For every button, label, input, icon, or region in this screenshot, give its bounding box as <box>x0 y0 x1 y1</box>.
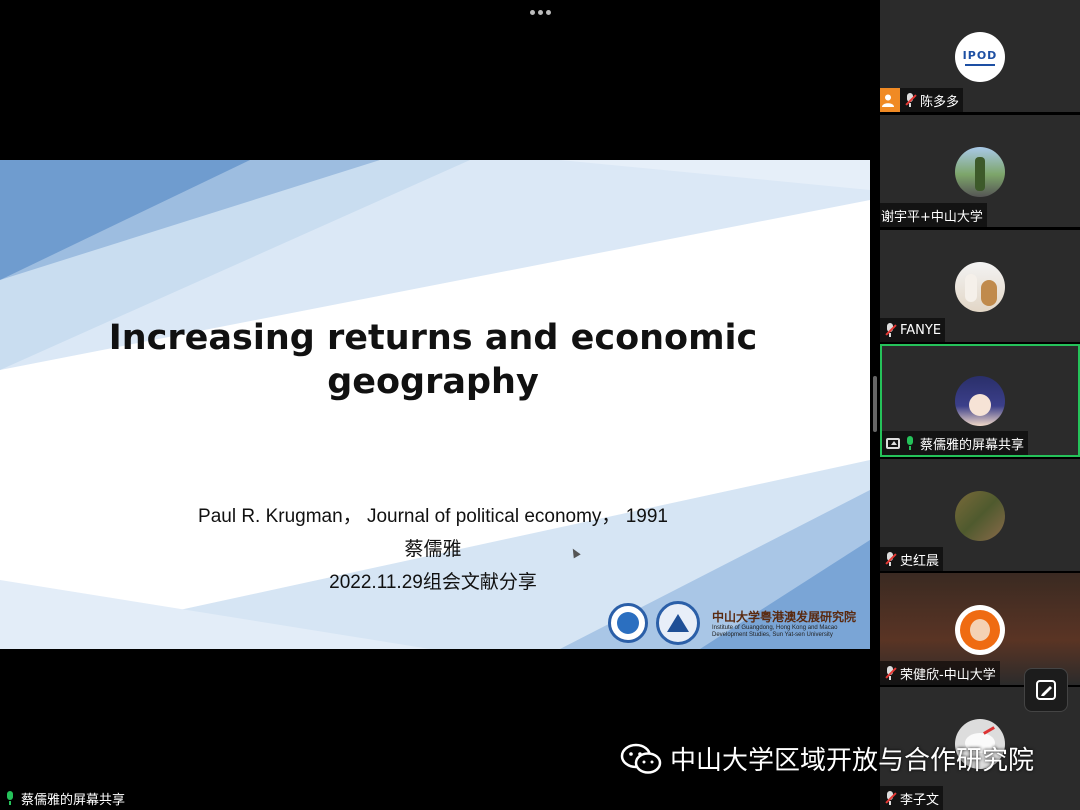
participant-namebar: 史红晨 <box>880 547 944 571</box>
participant-tile[interactable]: 史红晨 <box>880 459 1080 571</box>
participant-name: 蔡儒雅的屏幕共享 <box>920 437 1025 453</box>
slide-logos: 中山大学粤港澳发展研究院 Institute of Guangdong, Hon… <box>608 600 856 646</box>
participant-namebar: 谢宇平+中山大学 <box>880 203 987 227</box>
screen-share-label: 蔡儒雅的屏幕共享 <box>4 787 125 809</box>
host-user-icon <box>880 88 900 112</box>
slide-citation: Paul R. Krugman， Journal of political ec… <box>198 506 668 527</box>
university-seal-icon <box>608 603 648 643</box>
muted-mic-icon <box>904 92 917 108</box>
mic-on-icon <box>4 790 16 806</box>
mic-on-icon <box>904 435 916 451</box>
participant-namebar: 陈多多 <box>880 88 964 112</box>
muted-mic-icon <box>884 551 897 567</box>
participant-namebar: 荣健欣-中山大学 <box>880 661 1000 685</box>
screen-share-icon <box>886 437 900 449</box>
participant-name: 谢宇平+中山大学 <box>881 209 983 225</box>
muted-mic-icon <box>884 322 897 338</box>
participant-namebar: 蔡儒雅的屏幕共享 <box>882 431 1029 455</box>
dog-photo-avatar <box>955 262 1005 312</box>
participant-name: 史红晨 <box>900 553 940 569</box>
tree-photo-avatar <box>955 147 1005 197</box>
participant-tile[interactable]: 谢宇平+中山大学 <box>880 115 1080 227</box>
participant-namebar: FANYE <box>880 318 946 342</box>
participant-name: 荣健欣-中山大学 <box>900 667 996 683</box>
slide-presenter: 蔡儒雅 <box>404 539 462 560</box>
participant-tile-active-speaker[interactable]: 蔡儒雅的屏幕共享 <box>880 344 1080 457</box>
participant-name: 李子文 <box>900 792 940 808</box>
institute-name: 中山大学粤港澳发展研究院 Institute of Guangdong, Hon… <box>712 609 857 638</box>
muted-mic-icon <box>884 665 897 681</box>
watermark: 中山大学区域开放与合作研究院 <box>620 740 1034 777</box>
participant-tile[interactable]: IPOD 陈多多 <box>880 0 1080 112</box>
share-label-text: 蔡儒雅的屏幕共享 <box>21 792 126 808</box>
shared-slide: Increasing returns and economic geograph… <box>0 160 870 649</box>
more-options-icon[interactable] <box>526 4 554 20</box>
muted-mic-icon <box>884 790 897 806</box>
wechat-icon <box>620 743 662 774</box>
slide-date-event: 2022.11.29组会文献分享 <box>329 572 537 593</box>
participant-name: 陈多多 <box>920 94 960 110</box>
painting-avatar <box>955 491 1005 541</box>
anime-girl-avatar <box>955 376 1005 426</box>
institute-emblem-icon <box>656 601 700 645</box>
cartoon-orange-avatar <box>955 605 1005 655</box>
panel-resize-handle[interactable] <box>873 376 877 432</box>
participant-namebar: 李子文 <box>880 786 944 810</box>
annotate-edit-button[interactable] <box>1024 668 1068 712</box>
watermark-text: 中山大学区域开放与合作研究院 <box>670 746 1035 776</box>
slide-title: Increasing returns and economic geograph… <box>108 318 758 402</box>
participant-name: FANYE <box>900 322 942 338</box>
ipod-logo-avatar: IPOD <box>955 32 1005 82</box>
participant-tile[interactable]: FANYE <box>880 230 1080 342</box>
pencil-edit-icon <box>1036 680 1056 700</box>
